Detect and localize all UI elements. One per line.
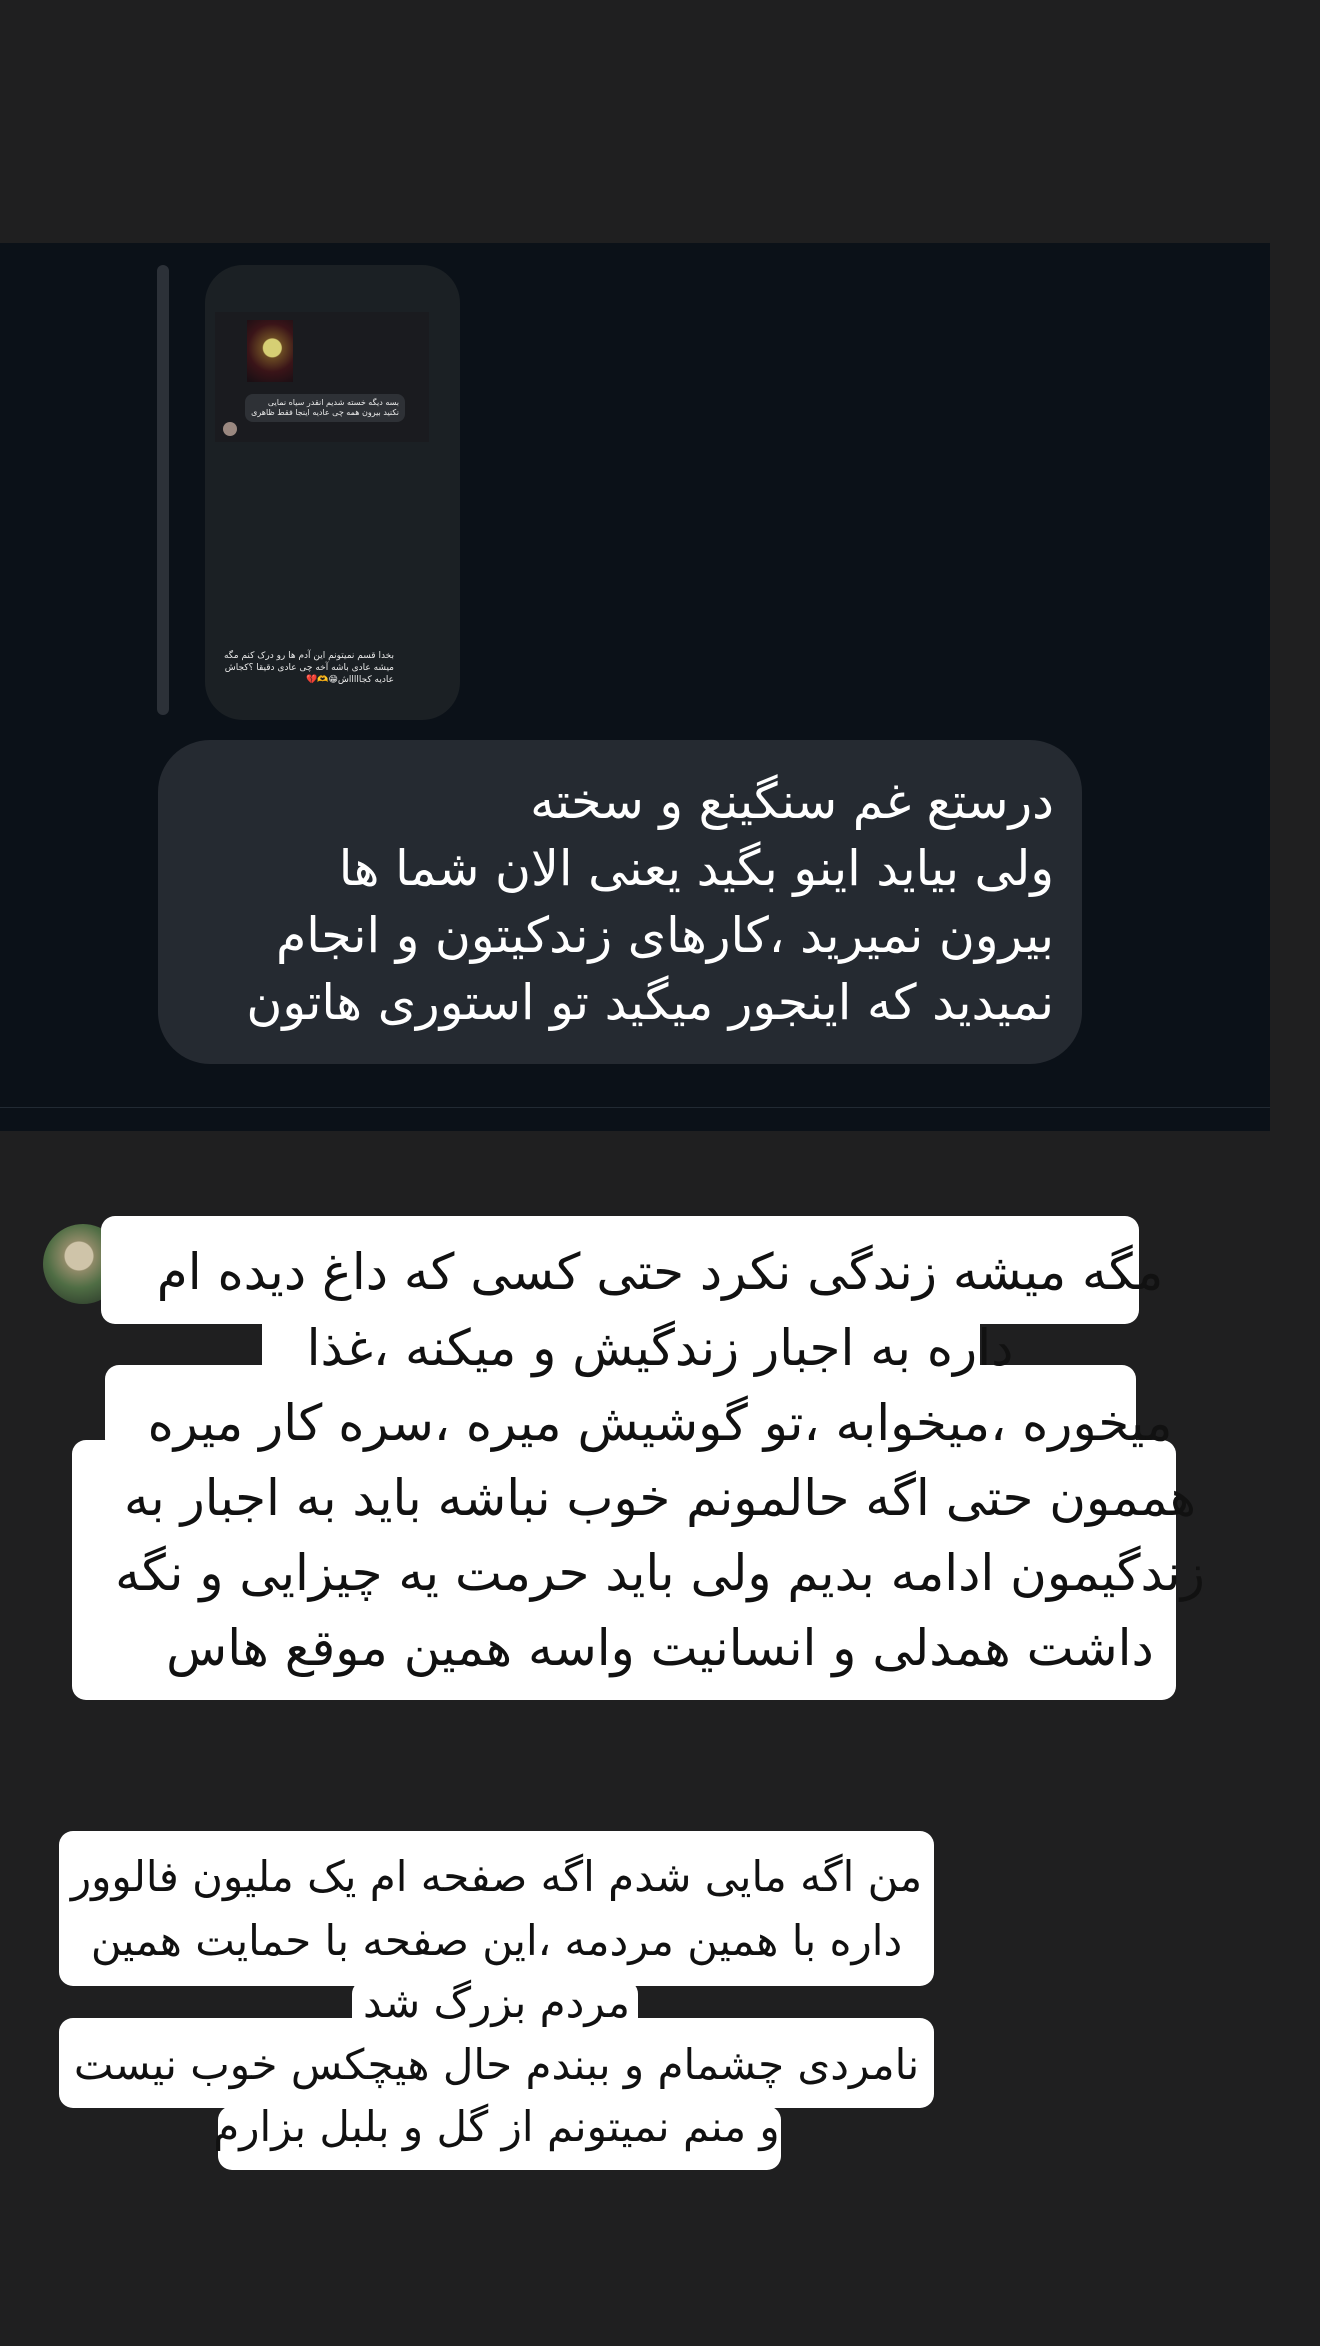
text-line: نامردی چشمام و ببندم حال هیچکس خوب نیست <box>73 2040 920 2089</box>
text-line: و منم نمیتونم از گل و بلبل بزارم <box>213 2102 780 2151</box>
text-line: مردم بزرگ شد <box>362 1978 631 2027</box>
text-line: داره با همین مردمه ،این صفحه با حمایت هم… <box>90 1916 903 1965</box>
story-text-block-2: من اگه مایی شدم اگه صفحه ام یک ملیون فال… <box>0 0 1320 2200</box>
text-line: من اگه مایی شدم اگه صفحه ام یک ملیون فال… <box>70 1852 923 1901</box>
